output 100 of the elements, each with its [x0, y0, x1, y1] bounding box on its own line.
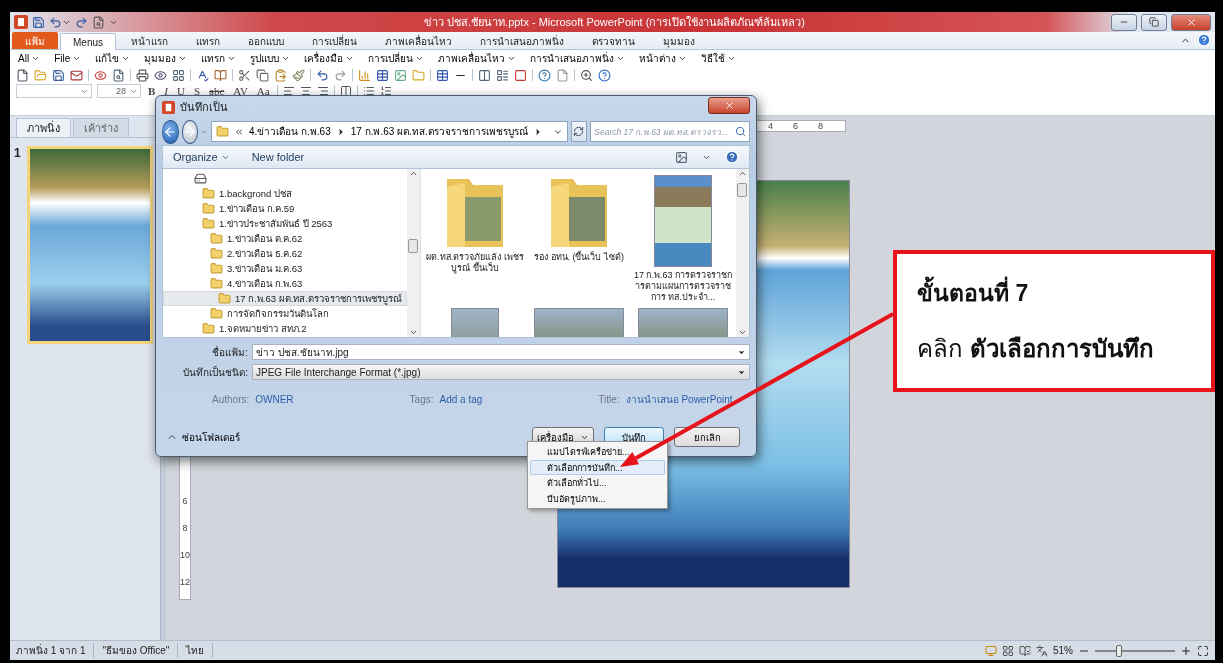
menu-item[interactable]: หน้าต่าง	[637, 51, 690, 66]
menu-item[interactable]: ตัวเลือกทั่วไป...	[530, 475, 665, 491]
align-center-icon[interactable]	[299, 85, 312, 97]
help-icon[interactable]	[538, 68, 551, 82]
view-icon[interactable]	[675, 150, 688, 164]
document-icon[interactable]	[112, 68, 125, 82]
align-right-icon[interactable]	[316, 85, 329, 97]
menu-item[interactable]: การนำเสนอภาพนิ่ง	[528, 51, 628, 66]
page-icon[interactable]	[556, 68, 569, 82]
undo-icon[interactable]	[49, 15, 62, 29]
restore-button[interactable]	[1141, 13, 1167, 31]
file-type-dropdown[interactable]: JPEG File Interchange Format (*.jpg)	[252, 364, 750, 380]
cancel-button[interactable]: ยกเลิก	[674, 427, 740, 447]
panel-tab[interactable]: เค้าร่าง	[73, 118, 129, 137]
ribbon-tab[interactable]: การนำเสนอภาพนิ่ง	[467, 32, 577, 49]
zoom-level[interactable]: 51%	[1053, 645, 1073, 656]
folder-tree-item[interactable]: 1.ข่าวเดือน ต.ค.62	[163, 231, 407, 246]
grid-icon[interactable]	[172, 68, 185, 82]
scrollbar[interactable]	[407, 169, 420, 337]
columns-icon[interactable]	[339, 85, 352, 97]
folder-tree-item[interactable]: 3.ข่าวเดือน ม.ค.63	[163, 261, 407, 276]
reading-view-icon[interactable]	[1019, 644, 1031, 657]
meta-value[interactable]: Add a tag	[439, 394, 483, 405]
menu-item[interactable]: ตัวเลือกการบันทึก...	[530, 459, 665, 475]
font-size-field[interactable]: 28	[97, 84, 141, 98]
scroll-thumb[interactable]	[408, 239, 418, 253]
meta-value[interactable]: OWNER	[255, 394, 294, 405]
scrollbar[interactable]	[736, 169, 749, 337]
folder-tree-item[interactable]: 1.ข่าวประชาสัมพันธ์ ปี 2563	[163, 216, 407, 231]
font-name-field[interactable]	[16, 84, 92, 98]
folder-tree-item[interactable]: 4.ข่าวเดือน ก.พ.63	[163, 276, 407, 291]
menu-item[interactable]: บีบอัดรูปภาพ...	[530, 490, 665, 506]
brush-icon[interactable]	[292, 68, 305, 82]
undo-icon[interactable]	[316, 68, 329, 82]
print-icon[interactable]	[136, 68, 149, 82]
filename-field[interactable]: ข่าว ปชส.ชัยนาท.jpg	[252, 344, 750, 360]
slide-thumbnail[interactable]	[26, 146, 153, 344]
menu-item[interactable]: แก้ไข	[93, 51, 133, 66]
ribbon-tab[interactable]: การเปลี่ยน	[299, 32, 370, 49]
menu-item[interactable]: แมปไดรฟ์เครือข่าย...	[530, 444, 665, 460]
mail-icon[interactable]	[70, 68, 83, 82]
format-button[interactable]: AV	[231, 85, 250, 97]
zoom-thumb[interactable]	[1116, 644, 1122, 657]
file-name[interactable]: ผต.ทส.ตรวจภัยแล้ง เพชรบูรณ์ ขึ้นเว็บ	[425, 252, 525, 274]
meta-value[interactable]: งานนำเสนอ PowerPoint	[625, 392, 733, 407]
back-button[interactable]	[162, 119, 179, 144]
table-icon[interactable]	[436, 68, 449, 82]
zoom-icon[interactable]	[580, 68, 593, 82]
print-preview-icon[interactable]	[92, 15, 105, 29]
panel-tab[interactable]: ภาพนิ่ง	[16, 118, 71, 137]
minimize-button[interactable]	[1111, 13, 1137, 31]
preview-icon[interactable]	[94, 68, 107, 82]
folder-tree-item[interactable]: 17 ก.พ.63 ผต.ทส.ตรวจราชการเพชรบูรณ์	[163, 291, 407, 306]
layout-icon[interactable]	[496, 68, 509, 82]
address-bar[interactable]: 4.ข่าวเดือน ก.พ.63 17 ก.พ.63 ผต.ทส.ตรวจราชการเพชรบูรณ์	[210, 121, 568, 142]
scroll-up-icon[interactable]	[738, 169, 747, 178]
search-input[interactable]: Search 17 ก.พ.63 ผต.ทส.ตรวจรา...	[594, 126, 735, 137]
ribbon-tab[interactable]: ตรวจทาน	[579, 32, 648, 49]
folder-tree-item[interactable]: 2.ข่าวเดือน ธ.ค.62	[163, 246, 407, 261]
ribbon-tab[interactable]: มุมมอง	[650, 32, 708, 49]
folder-tree-item[interactable]: 1.ข่าวเดือน ก.ค.59	[163, 201, 407, 216]
align-left-icon[interactable]	[282, 85, 295, 97]
close-button[interactable]	[1171, 13, 1211, 31]
cut-icon[interactable]	[238, 68, 251, 82]
menu-item[interactable]: ภาพเคลื่อนไหว	[436, 51, 519, 66]
numbering-icon[interactable]	[379, 85, 392, 97]
menu-item[interactable]: File	[52, 53, 84, 64]
new-folder-button[interactable]: New folder	[251, 151, 305, 163]
book-icon[interactable]	[214, 68, 227, 82]
menu-item[interactable]: รูปแบบ	[248, 51, 293, 66]
spelling-icon[interactable]	[196, 68, 209, 82]
ribbon-tab[interactable]: ออกแบบ	[235, 32, 297, 49]
menu-item[interactable]: วิธีใช้	[699, 51, 739, 66]
help-icon[interactable]	[598, 68, 611, 82]
format-button[interactable]: U	[175, 85, 187, 97]
ribbon-tab[interactable]: หน้าแรก	[118, 32, 181, 49]
table-icon[interactable]	[376, 68, 389, 82]
new-file-icon[interactable]	[16, 68, 29, 82]
refresh-button[interactable]	[570, 121, 588, 142]
redo-icon[interactable]	[75, 15, 88, 29]
forward-button[interactable]	[181, 119, 199, 144]
scroll-down-icon[interactable]	[409, 328, 418, 337]
ribbon-tab[interactable]: แทรก	[183, 32, 233, 49]
print-preview-icon[interactable]	[154, 68, 167, 82]
scroll-up-icon[interactable]	[409, 169, 418, 178]
close-button[interactable]	[708, 96, 750, 114]
file-name[interactable]: รอง อทน. (ขึ้นเว็บ ไซต์)	[529, 252, 629, 263]
sorter-view-icon[interactable]	[1002, 644, 1014, 657]
breadcrumb-item[interactable]: 17 ก.พ.63 ผต.ทส.ตรวจราชการเพชรบูรณ์	[350, 124, 528, 139]
organize-button[interactable]: Organize	[173, 151, 230, 163]
file-tab[interactable]: แฟ้ม	[12, 32, 58, 49]
format-button[interactable]: B	[146, 85, 158, 97]
format-button[interactable]: abc	[207, 85, 227, 97]
menu-item[interactable]: เครื่องมือ	[302, 51, 357, 66]
file-name[interactable]: 17 ก.พ.63 การตรวจราชการตามแผนการตรวจราชการ ทส.ประจำ...	[633, 270, 733, 303]
format-button[interactable]: S	[191, 85, 203, 97]
format-button[interactable]: I	[162, 85, 170, 97]
menu-item[interactable]: การเปลี่ยน	[366, 51, 427, 66]
scroll-thumb[interactable]	[737, 183, 747, 197]
fit-icon[interactable]	[1197, 644, 1209, 657]
